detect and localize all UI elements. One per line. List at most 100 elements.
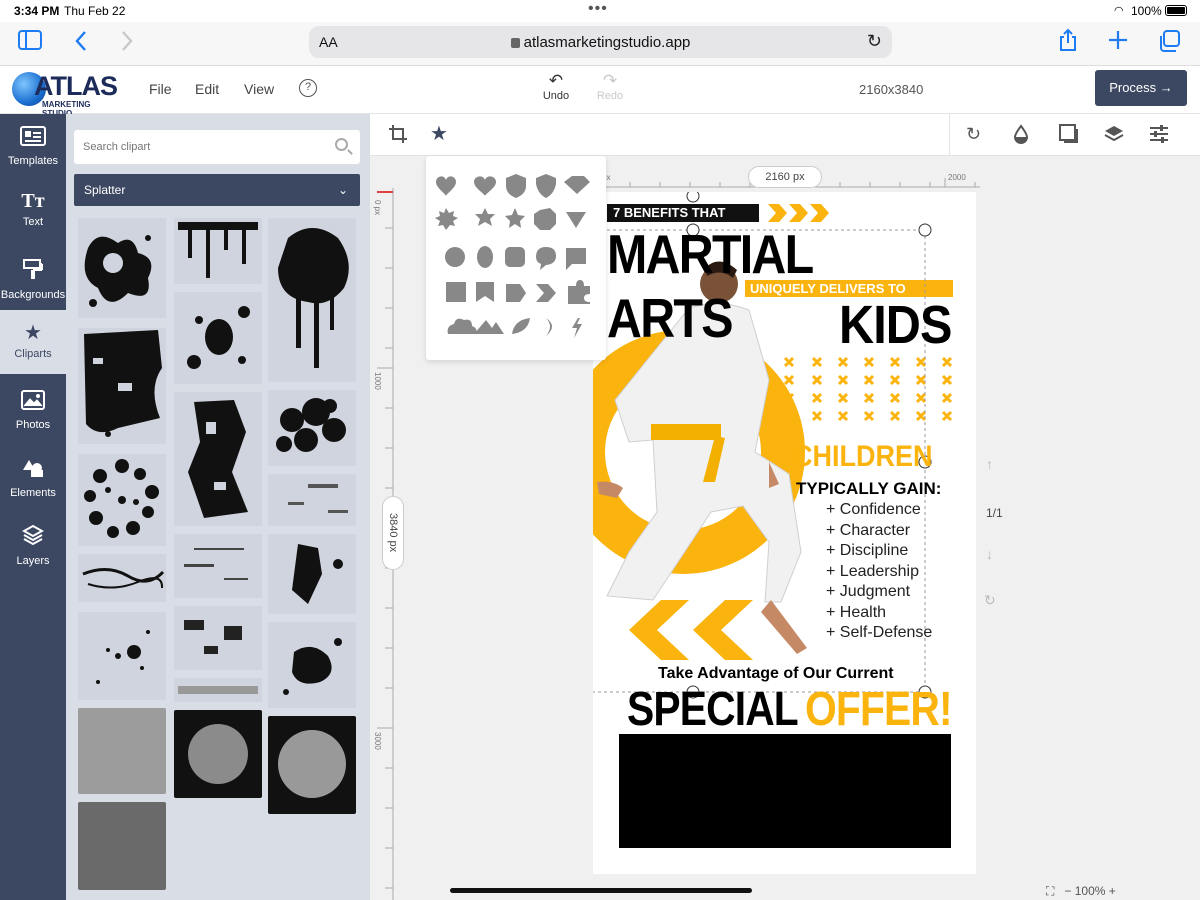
rail-item-backgrounds[interactable]: Backgrounds bbox=[0, 246, 66, 310]
menu-edit[interactable]: Edit bbox=[195, 81, 219, 97]
page-indicator: 1/1 bbox=[986, 506, 1003, 520]
mountain-shape-icon bbox=[474, 320, 504, 334]
share-icon[interactable] bbox=[1058, 28, 1078, 57]
square-shape-icon bbox=[446, 282, 466, 302]
poster-benefits[interactable]: + Confidence + Character + Discipline + … bbox=[826, 500, 932, 644]
adjustments-icon[interactable] bbox=[1149, 124, 1169, 149]
address-bar[interactable]: AA atlasmarketingstudio.app ↻ bbox=[309, 26, 892, 58]
star-icon: ★ bbox=[24, 322, 42, 344]
text-icon: Tт bbox=[21, 190, 45, 212]
reload-icon[interactable]: ↻ bbox=[867, 31, 882, 52]
redo-button[interactable]: ↷ Redo bbox=[590, 71, 630, 103]
clipart-tile[interactable] bbox=[174, 392, 262, 526]
layers-icon[interactable] bbox=[1104, 124, 1124, 149]
clipart-tile[interactable] bbox=[78, 612, 166, 700]
rail-item-text[interactable]: Tт Text bbox=[0, 178, 66, 242]
clipart-tile[interactable] bbox=[78, 554, 166, 602]
clipart-tile[interactable] bbox=[174, 218, 262, 284]
rounded-square-shape-icon bbox=[505, 247, 525, 267]
ruler-top-label: 2000 bbox=[948, 173, 966, 182]
help-icon[interactable]: ? bbox=[299, 79, 317, 97]
rotate-icon[interactable]: ↻ bbox=[966, 124, 981, 145]
status-date: Thu Feb 22 bbox=[64, 4, 126, 18]
clipart-tile[interactable] bbox=[78, 218, 166, 318]
clipart-tile[interactable] bbox=[268, 622, 356, 708]
clipart-tile[interactable] bbox=[78, 328, 166, 444]
tabs-icon[interactable] bbox=[1158, 30, 1180, 57]
search-icon[interactable] bbox=[335, 138, 348, 151]
undo-icon: ↶ bbox=[548, 71, 564, 90]
poster-offer-line[interactable]: Take Advantage of Our Current bbox=[658, 665, 894, 683]
design-canvas[interactable]: 7 BENEFITS THAT MARTIAL ARTS UNIQUELY DE… bbox=[593, 192, 976, 874]
heart-shape-icon bbox=[474, 176, 496, 196]
benefit-item: + Character bbox=[826, 521, 911, 539]
width-indicator: 2160 px bbox=[748, 166, 822, 188]
clipart-tile[interactable] bbox=[174, 534, 262, 598]
rail-item-layers[interactable]: Layers bbox=[0, 512, 66, 576]
benefit-item: + Self-Defense bbox=[826, 624, 933, 641]
canvas-size-label: 2160x3840 bbox=[859, 82, 924, 97]
multitask-dots-icon[interactable]: ••• bbox=[588, 0, 608, 18]
battery-percent: 100% bbox=[1131, 4, 1162, 18]
rail-item-photos[interactable]: Photos bbox=[0, 378, 66, 442]
ios-status-bar: 3:34 PM Thu Feb 22 ••• ◠ 100% bbox=[0, 0, 1200, 22]
process-button[interactable]: Process → bbox=[1095, 70, 1187, 106]
octagon-shape-icon bbox=[534, 208, 556, 230]
rail-label-templates: Templates bbox=[7, 155, 59, 167]
rail-item-cliparts[interactable]: ★ Cliparts bbox=[0, 310, 66, 374]
layers-icon bbox=[0, 524, 66, 551]
clipart-tile[interactable] bbox=[268, 474, 356, 526]
shapes-popover bbox=[426, 156, 606, 360]
category-select[interactable]: Splatter ⌄ bbox=[74, 174, 360, 206]
move-down-icon[interactable]: ↓ bbox=[986, 546, 993, 562]
rail-label-photos: Photos bbox=[15, 419, 51, 431]
refresh-icon[interactable]: ↻ bbox=[984, 592, 996, 609]
shadow-icon[interactable] bbox=[1059, 124, 1079, 149]
zoom-control[interactable]: ⛶ − 100% + bbox=[1046, 884, 1116, 899]
chevron-shape-icon bbox=[536, 284, 556, 302]
triangle-shape-icon bbox=[566, 212, 586, 228]
clipart-tile[interactable] bbox=[174, 606, 262, 670]
atlas-logo[interactable]: ATLAS MARKETING STUDIO bbox=[12, 70, 118, 118]
chat-bubble-shape-icon bbox=[566, 248, 586, 270]
menu-file[interactable]: File bbox=[149, 81, 172, 97]
cloud-shape-icon bbox=[447, 318, 477, 334]
menu-view[interactable]: View bbox=[244, 81, 274, 97]
url-text: atlasmarketingstudio.app bbox=[523, 34, 691, 51]
ruler-left-label: 0 px bbox=[373, 200, 382, 216]
clipart-tile[interactable] bbox=[174, 678, 262, 702]
crop-icon[interactable] bbox=[388, 124, 408, 149]
clipart-search[interactable] bbox=[74, 130, 360, 164]
new-tab-icon[interactable] bbox=[1108, 30, 1128, 55]
clipart-tile[interactable] bbox=[174, 292, 262, 384]
clipart-tile[interactable] bbox=[268, 390, 356, 466]
redo-icon: ↷ bbox=[602, 71, 618, 90]
undo-button[interactable]: ↶ Undo bbox=[536, 71, 576, 103]
clipart-tile[interactable] bbox=[78, 708, 166, 794]
move-up-icon[interactable]: ↑ bbox=[986, 456, 993, 472]
browser-toolbar: AA atlasmarketingstudio.app ↻ bbox=[0, 22, 1200, 66]
poster-children[interactable]: CHILDREN bbox=[793, 440, 933, 474]
star-icon[interactable]: ★ bbox=[430, 121, 448, 146]
poster-kids[interactable]: KIDS bbox=[839, 294, 952, 356]
back-icon[interactable] bbox=[74, 30, 88, 57]
leaf-shape-icon bbox=[512, 318, 530, 334]
poster-special[interactable]: SPECIAL bbox=[627, 682, 799, 737]
clipart-tile[interactable] bbox=[268, 218, 356, 382]
poster-offer[interactable]: OFFER! bbox=[805, 682, 953, 737]
clipart-tile[interactable] bbox=[78, 454, 166, 546]
sidebar-toggle-icon[interactable] bbox=[18, 30, 42, 55]
opacity-drop-icon[interactable] bbox=[1013, 124, 1029, 149]
poster-banner[interactable]: 7 BENEFITS THAT bbox=[613, 205, 725, 220]
rail-item-elements[interactable]: Elements bbox=[0, 446, 66, 510]
forward-icon[interactable] bbox=[120, 30, 134, 57]
clipart-tile[interactable] bbox=[78, 802, 166, 890]
category-label: Splatter bbox=[84, 183, 126, 197]
templates-icon bbox=[0, 126, 66, 151]
poster-typically[interactable]: TYPICALLY GAIN: bbox=[796, 479, 941, 499]
clipart-tile[interactable] bbox=[174, 710, 262, 798]
search-input[interactable] bbox=[74, 130, 314, 164]
clipart-tile[interactable] bbox=[268, 716, 356, 814]
clipart-tile[interactable] bbox=[268, 534, 356, 614]
rail-item-templates[interactable]: Templates bbox=[0, 114, 66, 178]
